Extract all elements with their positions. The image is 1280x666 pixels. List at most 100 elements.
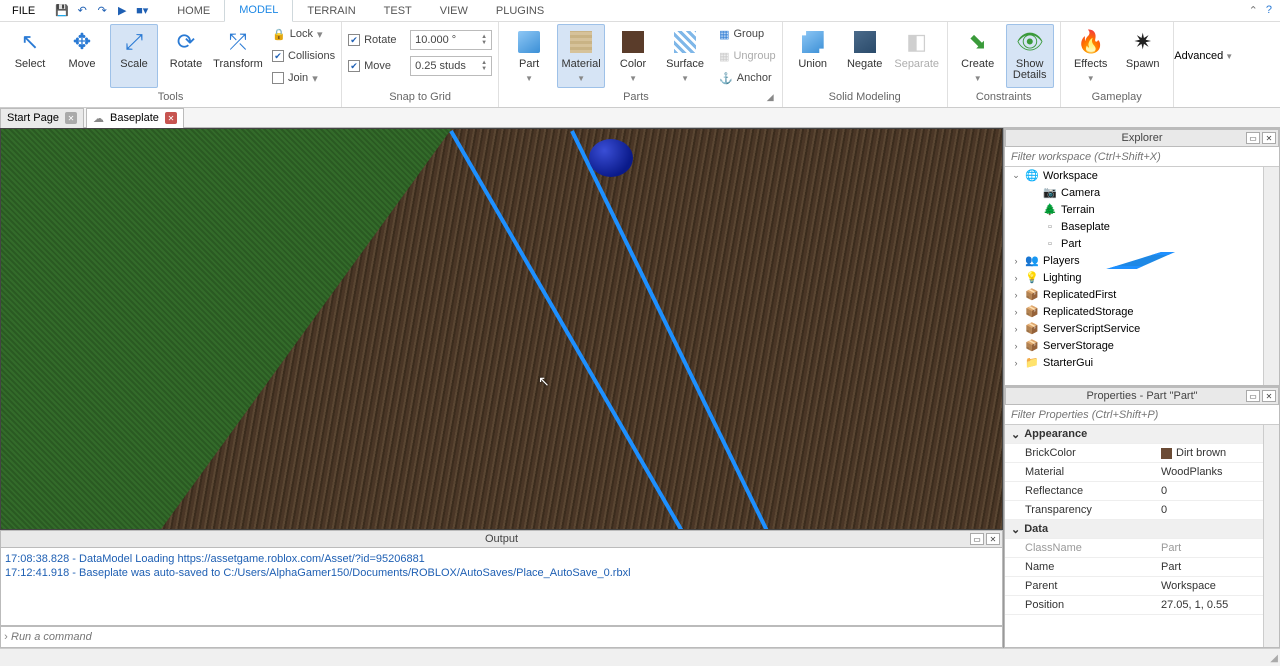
output-line: 17:12:41.918 - Baseplate was auto-saved … [5,566,998,580]
command-input[interactable] [11,631,1002,643]
rotate-snap-check[interactable]: ✔ [348,34,360,46]
union-button[interactable]: Union [789,24,837,88]
doctab-startpage[interactable]: Start Page✕ [0,108,84,128]
collisions-toggle[interactable]: ✔Collisions [272,46,335,66]
tab-view[interactable]: VIEW [426,0,482,22]
play-icon[interactable]: ▶ [115,4,129,18]
menubar: FILE 💾 ↶ ↷ ▶ ■▾ HOME MODEL TERRAIN TEST … [0,0,1280,22]
show-details-button[interactable]: 👁Show Details [1006,24,1054,88]
properties-filter-input[interactable] [1005,405,1279,424]
prop-row[interactable]: NamePart [1005,558,1279,577]
explorer-tree[interactable]: ⌄🌐Workspace📷Camera🌲Terrain▫Baseplate▫Par… [1005,167,1279,385]
undock-icon[interactable]: ▭ [970,533,984,545]
move-button[interactable]: ✥Move [58,24,106,88]
prop-section[interactable]: ⌄Data [1005,520,1279,539]
color-button[interactable]: Color▼ [609,24,657,88]
material-button[interactable]: Material▼ [557,24,605,88]
parts-dialog-launcher[interactable]: ◢ [767,92,774,103]
tab-terrain[interactable]: TERRAIN [293,0,369,22]
tab-home[interactable]: HOME [163,0,224,22]
tree-node[interactable]: 🌲Terrain [1005,201,1279,218]
group-solid: Union Negate ◧Separate Solid Modeling [783,22,948,107]
tree-node[interactable]: ›📦ReplicatedFirst [1005,286,1279,303]
anchor-button[interactable]: ⚓Anchor [719,68,776,88]
tab-test[interactable]: TEST [370,0,426,22]
prop-section[interactable]: ⌄Appearance [1005,425,1279,444]
tree-node[interactable]: 📷Camera [1005,184,1279,201]
ungroup-button[interactable]: ▦Ungroup [719,46,776,66]
collapse-ribbon-icon[interactable]: ⌃ [1249,4,1258,17]
resize-grip-icon[interactable]: ◢ [1270,653,1278,664]
group-title-snap: Snap to Grid [389,89,451,105]
join-toggle[interactable]: Join▾ [272,68,335,88]
tree-node[interactable]: ›📦ServerStorage [1005,337,1279,354]
group-parts: Part▼ Material▼ Color▼ Surface▼ ▦Group ▦… [499,22,783,107]
move-snap-check[interactable]: ✔ [348,60,360,72]
close-icon[interactable]: ✕ [165,112,177,124]
separate-button: ◧Separate [893,24,941,88]
prop-row[interactable]: MaterialWoodPlanks [1005,463,1279,482]
stop-icon[interactable]: ■▾ [135,4,149,18]
output-line: 17:08:38.828 - DataModel Loading https:/… [5,552,998,566]
help-icon[interactable]: ? [1266,4,1272,17]
group-title-tools: Tools [158,89,184,105]
cursor-icon: ↖ [538,373,550,390]
surface-button[interactable]: Surface▼ [661,24,709,88]
prop-row[interactable]: ParentWorkspace [1005,577,1279,596]
output-panel[interactable]: 17:08:38.828 - DataModel Loading https:/… [0,548,1003,626]
close-icon[interactable]: ✕ [1262,390,1276,402]
tab-model[interactable]: MODEL [224,0,293,22]
properties-panel: Properties - Part "Part" ▭✕ ⌄AppearanceB… [1004,386,1280,648]
close-icon[interactable]: ✕ [986,533,1000,545]
explorer-filter-input[interactable] [1005,147,1279,166]
tree-node[interactable]: ▫Part [1005,235,1279,252]
prop-row[interactable]: Position27.05, 1, 0.55 [1005,596,1279,615]
part-button[interactable]: Part▼ [505,24,553,88]
select-button[interactable]: ↖Select [6,24,54,88]
doctab-baseplate[interactable]: ☁Baseplate✕ [86,108,184,128]
undo-icon[interactable]: ↶ [75,4,89,18]
group-tools: ↖Select ✥Move ⤢Scale ⟳Rotate ⤱Transform … [0,22,342,107]
close-icon[interactable]: ✕ [65,112,77,124]
undock-icon[interactable]: ▭ [1246,390,1260,402]
group-snap: ✔Rotate 10.000 °▲▼ ✔Move 0.25 studs▲▼ Sn… [342,22,499,107]
prop-row[interactable]: Reflectance0 [1005,482,1279,501]
file-menu[interactable]: FILE [0,0,47,22]
prop-row[interactable]: ClassNamePart [1005,539,1279,558]
scrollbar[interactable] [1263,425,1279,647]
tree-node[interactable]: ›💡Lighting [1005,269,1279,286]
properties-grid[interactable]: ⌄AppearanceBrickColorDirt brownMaterialW… [1005,425,1279,647]
prop-row[interactable]: Transparency0 [1005,501,1279,520]
redo-icon[interactable]: ↷ [95,4,109,18]
group-button[interactable]: ▦Group [719,24,776,44]
lock-toggle[interactable]: 🔒Lock▾ [272,24,335,44]
tree-node[interactable]: ›📦ServerScriptService [1005,320,1279,337]
tree-node[interactable]: ›📁StarterGui [1005,354,1279,371]
rotate-button[interactable]: ⟳Rotate [162,24,210,88]
negate-button[interactable]: Negate [841,24,889,88]
group-advanced: Advanced▼ [1174,22,1234,107]
tab-plugins[interactable]: PLUGINS [482,0,558,22]
effects-button[interactable]: 🔥Effects▼ [1067,24,1115,88]
tree-node[interactable]: ›📦ReplicatedStorage [1005,303,1279,320]
prop-row[interactable]: BrickColorDirt brown [1005,444,1279,463]
save-icon[interactable]: 💾 [55,4,69,18]
explorer-header: Explorer ▭✕ [1005,129,1279,147]
tree-node[interactable]: ▫Baseplate [1005,218,1279,235]
viewport-3d[interactable]: ↖ [0,128,1003,530]
scale-button[interactable]: ⤢Scale [110,24,158,88]
explorer-panel: Explorer ▭✕ ⌄🌐Workspace📷Camera🌲Terrain▫B… [1004,128,1280,386]
tree-node[interactable]: ⌄🌐Workspace [1005,167,1279,184]
create-constraint-button[interactable]: ⬊Create▼ [954,24,1002,88]
command-bar[interactable]: › [0,626,1003,648]
close-icon[interactable]: ✕ [1262,132,1276,144]
scrollbar[interactable] [1263,167,1279,385]
advanced-button[interactable]: Advanced [1174,50,1223,62]
rotate-snap-input[interactable]: 10.000 °▲▼ [410,30,492,50]
group-title-constraints: Constraints [976,89,1032,105]
undock-icon[interactable]: ▭ [1246,132,1260,144]
transform-button[interactable]: ⤱Transform [214,24,262,88]
group-gameplay: 🔥Effects▼ ✷Spawn Gameplay [1061,22,1174,107]
spawn-button[interactable]: ✷Spawn [1119,24,1167,88]
move-snap-input[interactable]: 0.25 studs▲▼ [410,56,492,76]
